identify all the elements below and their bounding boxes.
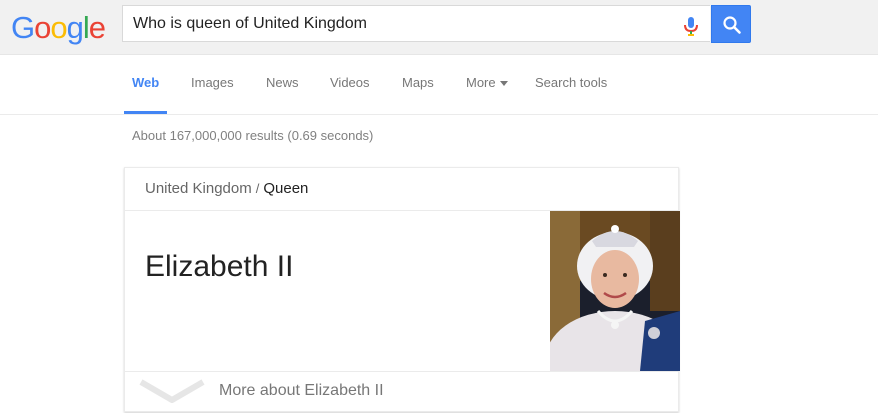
chevron-down-icon xyxy=(499,81,508,87)
breadcrumb: United Kingdom / Queen xyxy=(145,180,308,197)
breadcrumb-separator: / xyxy=(255,181,260,196)
tab-news[interactable]: News xyxy=(266,75,299,90)
breadcrumb-current: Queen xyxy=(263,180,309,197)
tab-videos[interactable]: Videos xyxy=(330,75,370,90)
tab-more-label: More xyxy=(466,75,496,90)
chevron-down-icon[interactable] xyxy=(139,378,205,404)
answer-card: United Kingdom / Queen Elizabeth II More a… xyxy=(124,167,680,412)
tab-maps[interactable]: Maps xyxy=(402,75,434,90)
google-logo[interactable]: Google xyxy=(11,10,106,46)
tab-more[interactable]: More xyxy=(466,75,508,90)
search-box[interactable] xyxy=(122,5,710,42)
result-stats: About 167,000,000 results (0.69 seconds) xyxy=(132,128,374,143)
tab-web[interactable]: Web xyxy=(132,75,159,90)
microphone-icon[interactable] xyxy=(679,14,703,36)
search-button[interactable] xyxy=(711,5,751,43)
top-bar: Google xyxy=(0,0,878,55)
more-about-link[interactable]: More about Elizabeth II xyxy=(219,382,384,400)
search-input[interactable] xyxy=(133,6,653,41)
portrait-image[interactable] xyxy=(550,211,680,371)
card-divider-bottom xyxy=(125,371,678,372)
answer-title[interactable]: Elizabeth II xyxy=(145,250,293,284)
breadcrumb-parent[interactable]: United Kingdom xyxy=(145,180,252,197)
tab-images[interactable]: Images xyxy=(191,75,234,90)
tab-search-tools[interactable]: Search tools xyxy=(535,75,607,90)
active-tab-indicator xyxy=(124,111,167,114)
search-tabs: Web Images News Videos Maps More Search … xyxy=(0,55,878,115)
